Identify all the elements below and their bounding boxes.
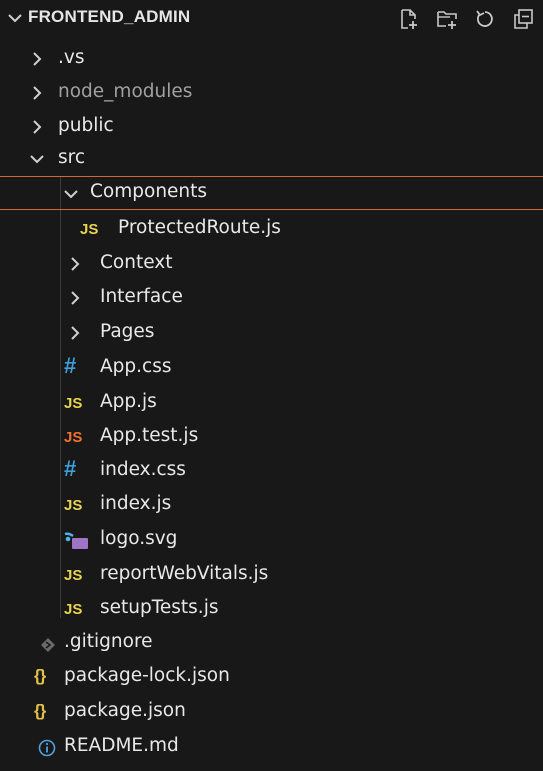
tree-item-package-json[interactable]: {} package.json (0, 695, 543, 729)
tree-item-label: Pages (100, 321, 155, 342)
tree-item-label: Interface (100, 286, 183, 307)
tree-item-report-web-vitals[interactable]: JS reportWebVitals.js (0, 558, 543, 592)
chevron-down-icon (64, 190, 78, 199)
tree-item-components[interactable]: Components (0, 176, 543, 210)
tree-item-label: package.json (64, 700, 186, 721)
svg-file-icon (64, 532, 88, 549)
tree-item-label: index.css (100, 459, 186, 480)
tree-item-interface[interactable]: Interface (0, 281, 543, 315)
tree-item-context[interactable]: Context (0, 247, 543, 281)
tree-item-logo-svg[interactable]: logo.svg (0, 523, 543, 557)
collapse-all-icon[interactable] (511, 7, 535, 31)
info-icon (38, 739, 56, 757)
file-explorer: FRONTEND_ADMIN .vs node_modules public s… (0, 0, 543, 771)
chevron-down-icon[interactable] (6, 9, 24, 27)
tree-item-label: App.test.js (100, 425, 199, 446)
tree-item-readme[interactable]: README.md (0, 730, 543, 764)
tree-item-label: README.md (64, 735, 179, 756)
explorer-header[interactable]: FRONTEND_ADMIN (0, 0, 543, 36)
chevron-right-icon (33, 52, 42, 66)
tree-item-label: .gitignore (64, 631, 153, 652)
tree-item-label: App.js (100, 391, 157, 412)
chevron-right-icon (33, 120, 42, 134)
tree-item-node-modules[interactable]: node_modules (0, 76, 543, 110)
tree-item-label: public (58, 115, 114, 136)
tree-item-src[interactable]: src (0, 142, 543, 176)
tree-item-index-css[interactable]: # index.css (0, 454, 543, 488)
tree-item-app-js[interactable]: JS App.js (0, 386, 543, 420)
chevron-right-icon (71, 326, 80, 340)
tree-item-label: src (58, 147, 86, 168)
chevron-right-icon (71, 257, 80, 271)
tree-item-protected-route[interactable]: JS ProtectedRoute.js (0, 212, 543, 246)
git-diamond-icon (41, 638, 55, 652)
js-file-icon: JS (64, 600, 83, 618)
json-file-icon: {} (34, 666, 46, 685)
new-folder-icon[interactable] (435, 7, 459, 31)
css-file-icon: # (64, 456, 77, 481)
tree-item-setup-tests[interactable]: JS setupTests.js (0, 592, 543, 626)
chevron-right-icon (33, 86, 42, 100)
new-file-icon[interactable] (397, 7, 421, 31)
tree-item-label: logo.svg (100, 528, 178, 549)
refresh-icon[interactable] (473, 7, 497, 31)
json-file-icon: {} (34, 701, 46, 720)
tree-item-app-test-js[interactable]: JS App.test.js (0, 420, 543, 454)
tree-item-label: index.js (100, 493, 172, 514)
tree-item-label: package-lock.json (64, 665, 230, 686)
js-test-file-icon: JS (64, 428, 83, 446)
tree-item-vs[interactable]: .vs (0, 42, 543, 76)
explorer-actions (397, 7, 535, 31)
tree-item-label: App.css (100, 356, 172, 377)
js-file-icon: JS (64, 394, 83, 412)
css-file-icon: # (64, 353, 77, 378)
chevron-down-icon (30, 155, 44, 164)
tree-item-label: ProtectedRoute.js (118, 217, 281, 238)
tree-item-label: .vs (58, 47, 85, 68)
tree-item-pages[interactable]: Pages (0, 316, 543, 350)
tree-item-public[interactable]: public (0, 110, 543, 144)
tree-item-label: Components (90, 181, 208, 202)
chevron-right-icon (71, 291, 80, 305)
tree-item-label: setupTests.js (100, 597, 219, 618)
js-file-icon: JS (64, 496, 83, 514)
explorer-title: FRONTEND_ADMIN (28, 7, 191, 26)
js-file-icon: JS (80, 220, 99, 238)
tree-item-index-js[interactable]: JS index.js (0, 488, 543, 522)
tree-item-package-lock[interactable]: {} package-lock.json (0, 660, 543, 694)
tree-item-label: Context (100, 252, 173, 273)
tree-item-label: node_modules (58, 81, 193, 102)
tree-item-app-css[interactable]: # App.css (0, 351, 543, 385)
js-file-icon: JS (64, 566, 83, 584)
tree-item-label: reportWebVitals.js (100, 563, 269, 584)
tree-item-gitignore[interactable]: .gitignore (0, 626, 543, 660)
